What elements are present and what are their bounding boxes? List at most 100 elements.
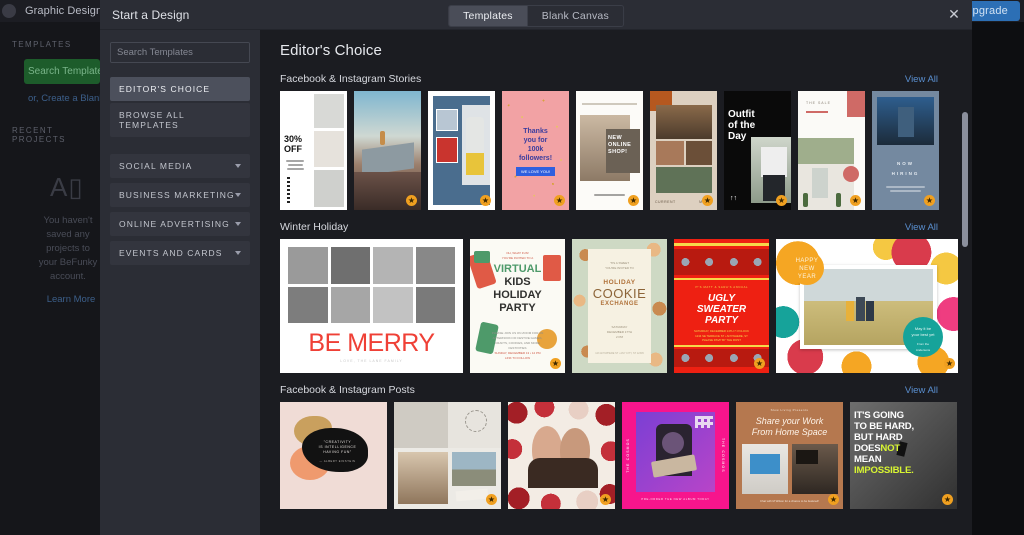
thumb-text: followers! (518, 155, 553, 162)
thumb-text: From Home Space (751, 427, 828, 437)
thumb-text: PARTY (705, 315, 738, 326)
thumb-text: UGLY (707, 293, 736, 304)
template-card[interactable]: NEW ONLINE SHOP! ★ (576, 91, 643, 210)
thumb-text: DOES (854, 443, 881, 454)
template-card[interactable]: CURRENT MOOD ★ (650, 91, 717, 210)
thumb-text: 100k (527, 146, 544, 153)
thumb-text: PARTY (499, 302, 536, 314)
sidebar-category-business-marketing[interactable]: BUSINESS MARKETING (110, 183, 250, 207)
template-card[interactable]: 30% OFF (280, 91, 347, 210)
thumb-text: BUT HARD (854, 432, 903, 443)
pro-badge-icon: ★ (702, 195, 713, 206)
app-sidebar: TEMPLATES Search Templates or, Create a … (0, 22, 139, 535)
chevron-down-icon (235, 222, 241, 226)
thumb-text: IT'S GOING (854, 410, 904, 421)
template-card[interactable]: ★ (508, 402, 615, 509)
pro-badge-icon: ★ (850, 195, 861, 206)
template-card[interactable]: 'TIS A SWEET YOU'RE INVITED TO HOLIDAY CO… (572, 239, 667, 373)
sidebar-divider (110, 139, 250, 154)
tab-blank-canvas[interactable]: Blank Canvas (527, 6, 623, 26)
template-card[interactable]: ★ (394, 402, 501, 509)
sidebar-category-label: ONLINE ADVERTISING (119, 219, 230, 229)
section-title: Facebook & Instagram Stories (280, 73, 422, 85)
content-scrollbar-thumb[interactable] (962, 112, 968, 247)
bg-search-templates-button[interactable]: Search Templates (24, 59, 100, 84)
sidebar-category-social-media[interactable]: SOCIAL MEDIA (110, 154, 250, 178)
sidebar-item-browse-all-templates[interactable]: BROWSE ALL TEMPLATES (110, 103, 250, 137)
sidebar-category-label: SOCIAL MEDIA (119, 161, 193, 171)
section-header-posts: Facebook & Instagram Posts View All (280, 384, 958, 396)
thumb-text: KIDS (504, 276, 531, 288)
template-card[interactable]: IT'S GOING TO BE HARD, BUT HARD DOESNOT … (850, 402, 957, 509)
view-all-link-posts[interactable]: View All (905, 385, 938, 396)
chevron-down-icon (235, 164, 241, 168)
chevron-down-icon (235, 193, 241, 197)
sidebar-item-editors-choice[interactable]: EDITOR'S CHOICE (110, 77, 250, 101)
thumb-text: VIRTUAL (493, 263, 542, 275)
thumb-text: NEW (799, 266, 815, 272)
thumb-text: Andersons (915, 348, 931, 352)
thumb-text: HOLIDAY (603, 279, 636, 286)
bg-blank-canvas-link[interactable]: or, Create a Blank Canvas (28, 93, 139, 104)
search-input[interactable] (111, 43, 249, 62)
view-all-link-stories[interactable]: View All (905, 74, 938, 85)
template-card[interactable]: NOW HIRING ★ (872, 91, 939, 210)
bg-empty-state-text: You haven't saved any projects to your B… (38, 215, 98, 282)
befunky-logo-icon (2, 4, 16, 18)
modal-title: Start a Design (112, 7, 190, 22)
template-card[interactable]: Outfit of the Day ↑↑ ★ (724, 91, 791, 210)
view-all-link-winter-holiday[interactable]: View All (905, 222, 938, 233)
thumb-text: THE COSMOS (721, 438, 725, 473)
pro-badge-icon: ★ (406, 195, 417, 206)
empty-projects-icon: A▯ (50, 172, 84, 202)
thumb-text: you for (523, 137, 548, 144)
template-card[interactable]: ★ (428, 91, 495, 210)
template-card[interactable]: BE MERRY LOVE, THE LANE FAMILY (280, 239, 463, 373)
section-title: Facebook & Instagram Posts (280, 384, 415, 396)
thumb-text: Share your Work (755, 416, 824, 426)
template-card[interactable]: "CREATIVITY IS INTELLIGENCE HAVING FUN" … (280, 402, 387, 509)
pro-badge-icon: ★ (550, 358, 561, 369)
pro-badge-icon: ★ (554, 195, 565, 206)
template-card[interactable]: THE COSMOS THE COSMOS PRE-ORDER THE NEW … (622, 402, 729, 509)
thumb-text: WE LOVE YOU! (516, 167, 555, 176)
pro-badge-icon: ★ (944, 358, 955, 369)
search-templates-field[interactable] (110, 42, 250, 63)
pro-badge-icon: ★ (776, 195, 787, 206)
thumb-text: your best yet (911, 332, 935, 337)
template-card[interactable]: OH, WHAT FUN! YOU'RE INVITED TO A VIRTUAL… (470, 239, 565, 373)
template-card[interactable]: THE SALE ★ (798, 91, 865, 210)
thumb-text: YEAR (797, 274, 817, 280)
template-card[interactable]: ★ (354, 91, 421, 210)
thumb-text: NOW (897, 161, 914, 166)
template-row-winter-holiday: BE MERRY LOVE, THE LANE FAMILY OH, WHAT … (280, 239, 958, 373)
sidebar-category-label: EVENTS AND CARDS (119, 248, 223, 258)
thumb-text: TO BE HARD, (854, 421, 914, 432)
section-header-winter-holiday: Winter Holiday View All (280, 221, 958, 233)
pro-badge-icon: ★ (486, 494, 497, 505)
template-card[interactable]: HAPPY NEW YEAR May it be your best yet F… (776, 239, 958, 373)
thumb-text: CURRENT (655, 200, 676, 204)
modal-header: Start a Design Templates Blank Canvas ✕ (100, 0, 972, 30)
sidebar-category-online-advertising[interactable]: ONLINE ADVERTISING (110, 212, 250, 236)
thumb-text: EXCHANGE (600, 301, 639, 307)
pro-badge-icon: ★ (480, 195, 491, 206)
tab-templates[interactable]: Templates (449, 6, 528, 26)
templates-content-area: Editor's Choice Facebook & Instagram Sto… (260, 30, 972, 535)
thumb-text: 30% (284, 134, 303, 144)
sidebar-category-events-and-cards[interactable]: EVENTS AND CARDS (110, 241, 250, 265)
bg-templates-header: TEMPLATES (12, 40, 72, 49)
pro-badge-icon: ★ (924, 195, 935, 206)
section-header-stories: Facebook & Instagram Stories View All (280, 73, 958, 85)
bg-learn-more-link[interactable]: Learn More (42, 294, 100, 305)
close-icon[interactable]: ✕ (946, 6, 962, 23)
template-card[interactable]: Slow Living Presents Share your Work Fro… (736, 402, 843, 509)
thumb-text: Thanks (523, 128, 548, 135)
sidebar-category-label: BUSINESS MARKETING (119, 190, 235, 200)
thumb-text: MEAN (854, 454, 882, 465)
template-card[interactable]: Thanks you for 100k followers! WE LOVE Y… (502, 91, 569, 210)
thumb-text: THE SALE (806, 101, 831, 105)
thumb-text: SHOP! (608, 149, 628, 155)
template-card[interactable]: IT'S MATT & SARA'S ANNUAL UGLY SWEATER P… (674, 239, 769, 373)
thumb-text: HOLIDAY (493, 289, 542, 301)
